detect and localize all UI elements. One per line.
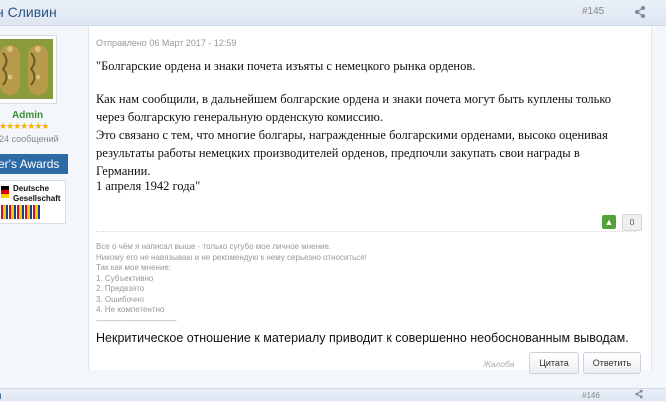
post-paragraph-2: Как нам сообщили, в дальнейшем болгарски… [96,90,636,180]
signature: Все о чём я написал выше - только сугубо… [96,231,636,326]
post-date: Отправлено 06 Март 2017 - 12:59 [96,38,237,48]
signature-line: Все о чём я написал выше - только сугубо… [96,242,332,251]
share-icon[interactable] [634,389,644,399]
user-sidebar: Admin ★★★★★★★ 124 сообщений er's Awards … [0,26,84,366]
avatar[interactable] [0,35,57,104]
ribbon [25,205,32,219]
post-body: Отправлено 06 Март 2017 - 12:59 "Болгарс… [88,26,652,374]
post-line: Это связано с тем, что многие болгары, н… [96,128,608,178]
rank-stars: ★★★★★★★ [0,121,49,131]
post-header: н Сливин #145 [0,0,666,26]
signature-line: Никому его не навязываю и не рекомендую … [96,252,367,262]
awards-heading: er's Awards [0,154,68,174]
post-number-link[interactable]: #145 [582,6,604,17]
avatar-epaulettes-image [0,39,53,99]
signature-line: 3. Ошибочно [96,294,144,304]
award-ribbons [1,205,41,224]
author-name[interactable]: н Сливин [0,4,57,20]
signature-divider: ----------------------------------------… [96,315,177,325]
next-post-header: н #146 [0,388,666,402]
signature-line: 4. Не компетентно [96,305,165,314]
reputation-up-button[interactable]: ▲ [602,215,616,229]
ribbon [1,205,8,219]
next-post-author[interactable]: н [0,391,2,402]
share-icon[interactable] [634,5,646,19]
ribbon [17,205,24,219]
quote-button[interactable]: Цитата [529,352,579,374]
ribbon [33,205,40,219]
award-name: Deutsche Gesellschaft [13,184,61,204]
user-rank: Admin [12,110,44,121]
report-link[interactable]: Жалоба [483,359,514,369]
signature-line: Так как мое мнение: [96,263,172,272]
reputation-count: 0 [622,214,642,231]
ribbon [9,205,16,219]
award-badge[interactable]: Deutsche Gesellschaft [0,180,66,224]
signature-line: 1. Субъективно [96,273,154,283]
post-paragraph-1: "Болгарские ордена и знаки почета изъяты… [96,59,476,73]
user-post-count: 124 сообщений [0,134,59,144]
reply-button[interactable]: Ответить [583,352,641,374]
award-line-1: Deutsche [13,184,50,193]
post-paragraph-3: 1 апреля 1942 года" [96,179,201,193]
german-flag-icon [1,186,9,198]
award-line-2: Gesellschaft [13,194,61,203]
next-post-number-link[interactable]: #146 [582,391,600,400]
post-line: Как нам сообщили, в дальнейшем болгарски… [96,92,612,124]
signature-line: 2. Предвзято [96,284,145,293]
signature-quote: Некритическое отношение к материалу прив… [96,331,629,345]
